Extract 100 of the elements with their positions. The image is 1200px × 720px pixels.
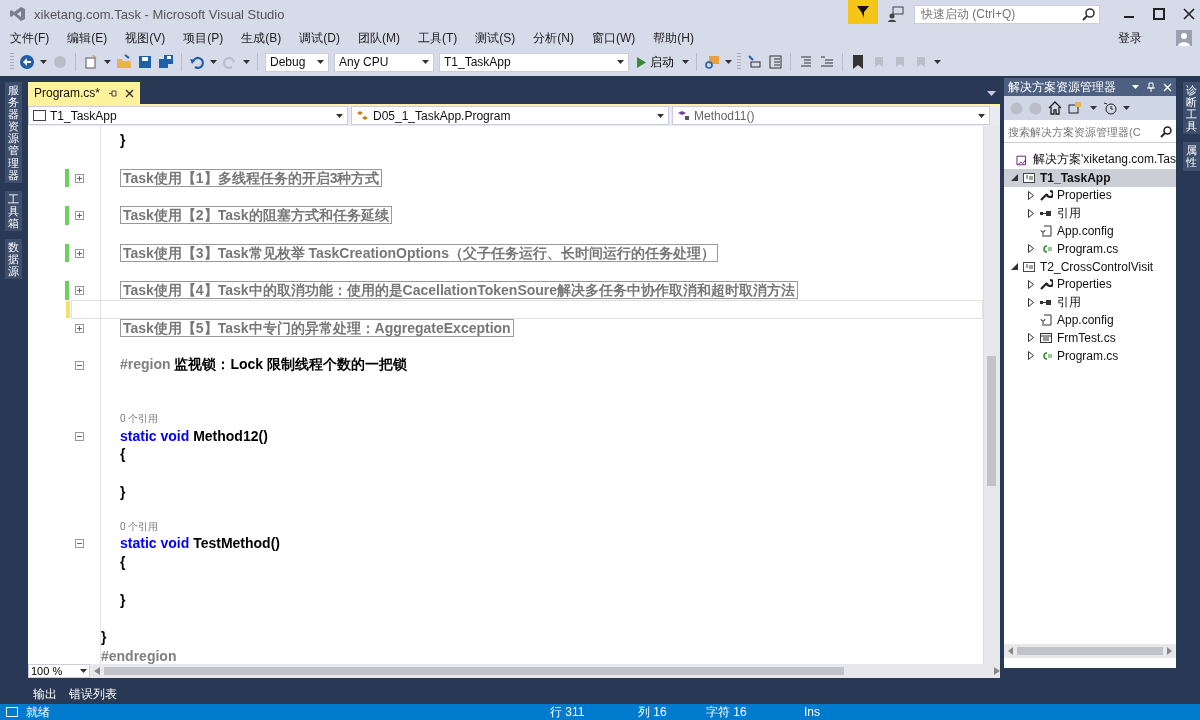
collapsed-arrow-icon[interactable]: [1028, 208, 1034, 218]
dropdown-arrow-icon[interactable]: [682, 60, 689, 64]
expand-icon[interactable]: [75, 323, 84, 333]
start-button[interactable]: 启动: [634, 53, 677, 71]
collapse-icon[interactable]: [75, 361, 84, 371]
avatar-icon[interactable]: [1176, 30, 1192, 46]
collapsed-region[interactable]: Task使用【3】Task常见枚举 TaskCreationOptions（父子任务运行、长时间运行的任务处理）: [120, 243, 718, 262]
dropdown-arrow-icon[interactable]: [317, 60, 324, 64]
dropdown-arrow-icon[interactable]: [657, 113, 664, 118]
editor-tab[interactable]: Program.cs*: [28, 82, 141, 104]
horizontal-scrollbar[interactable]: [1004, 644, 1176, 658]
tree-item[interactable]: Program.cs: [1004, 346, 1176, 365]
tree-item[interactable]: App.config: [1004, 311, 1176, 329]
dropdown-arrow-icon[interactable]: [336, 113, 343, 118]
panel-tab[interactable]: 输出: [28, 683, 62, 705]
tree-item[interactable]: Properties: [1004, 275, 1176, 294]
pin-icon[interactable]: [1147, 82, 1155, 92]
side-tab[interactable]: 诊断工具: [1182, 82, 1200, 135]
menu-item[interactable]: 窗口(W): [586, 29, 642, 47]
collapsed-arrow-icon[interactable]: [1028, 279, 1034, 289]
maximize-icon[interactable]: [1153, 8, 1165, 20]
scroll-right-icon[interactable]: [1167, 647, 1172, 655]
expanded-arrow-icon[interactable]: [1010, 263, 1018, 271]
startup-project-dropdown[interactable]: T1_TaskApp: [439, 52, 629, 72]
expand-icon[interactable]: [75, 211, 84, 221]
side-tab[interactable]: 服务器资源管理器: [4, 82, 22, 183]
menu-item[interactable]: 生成(B): [235, 29, 288, 47]
home-icon[interactable]: [1048, 101, 1062, 115]
menu-item[interactable]: 团队(M): [352, 29, 406, 47]
dropdown-arrow-icon[interactable]: [725, 60, 732, 64]
configuration-dropdown[interactable]: Debug: [265, 52, 329, 72]
history-icon[interactable]: [1103, 101, 1117, 115]
new-project-icon[interactable]: [83, 54, 99, 70]
undo-icon[interactable]: [189, 54, 205, 70]
dropdown-arrow-icon[interactable]: [40, 60, 47, 64]
layout-icon[interactable]: [767, 54, 783, 70]
project-dropdown[interactable]: T1_TaskApp: [28, 106, 348, 125]
menu-item[interactable]: 视图(V): [119, 29, 172, 47]
overflow-arrow-icon[interactable]: [987, 91, 996, 96]
menu-item[interactable]: 帮助(H): [647, 29, 700, 47]
scroll-left-icon[interactable]: [1008, 647, 1013, 655]
menu-item[interactable]: 调试(D): [293, 29, 346, 47]
comment-icon[interactable]: [819, 54, 835, 70]
collapsed-region[interactable]: Task使用【2】Task的阻塞方式和任务延续: [120, 206, 392, 225]
open-folder-icon[interactable]: [116, 54, 132, 70]
reference-count[interactable]: 0 个引用: [120, 412, 159, 427]
panel-tab[interactable]: 错误列表: [64, 683, 122, 705]
side-tab[interactable]: 数据源: [4, 239, 22, 280]
dropdown-arrow-icon[interactable]: [1132, 85, 1139, 89]
collapse-icon[interactable]: [75, 431, 84, 441]
side-tab[interactable]: 工具箱: [4, 190, 22, 232]
collapsed-arrow-icon[interactable]: [1028, 351, 1034, 361]
collapsed-arrow-icon[interactable]: [1028, 244, 1034, 254]
type-dropdown[interactable]: D05_1_TaskApp.Program: [351, 106, 669, 125]
expanded-arrow-icon[interactable]: [1010, 174, 1018, 182]
filter-button[interactable]: [848, 0, 878, 24]
member-dropdown[interactable]: Method11(): [672, 106, 990, 125]
dropdown-arrow-icon[interactable]: [1090, 106, 1097, 110]
dropdown-arrow-icon[interactable]: [934, 60, 941, 64]
collapsed-arrow-icon[interactable]: [1028, 191, 1034, 200]
tree-item[interactable]: FrmTest.cs: [1004, 328, 1176, 347]
tree-item[interactable]: T2_CrossControlVisit: [1004, 257, 1176, 276]
dropdown-arrow-icon[interactable]: [243, 60, 250, 64]
menu-item[interactable]: 文件(F): [4, 29, 56, 47]
indent-icon[interactable]: [798, 54, 814, 70]
login-link[interactable]: 登录: [1118, 29, 1142, 47]
expand-icon[interactable]: [75, 173, 84, 183]
quick-launch-field[interactable]: 快速启动 (Ctrl+Q): [914, 4, 1100, 24]
platform-dropdown[interactable]: Any CPU: [334, 52, 434, 72]
dropdown-arrow-icon[interactable]: [210, 60, 217, 64]
sync-icon[interactable]: [1068, 101, 1084, 115]
menu-item[interactable]: 编辑(E): [61, 29, 114, 47]
tree-item[interactable]: 引用: [1004, 204, 1176, 223]
save-all-icon[interactable]: [158, 54, 174, 70]
menu-item[interactable]: 工具(T): [412, 29, 464, 47]
menu-item[interactable]: 测试(S): [469, 29, 522, 47]
dropdown-arrow-icon[interactable]: [80, 669, 87, 673]
feedback-icon[interactable]: [888, 6, 904, 22]
tree-item[interactable]: 解决方案'xiketang.com.Tas: [1004, 151, 1176, 169]
bookmark-icon[interactable]: [850, 54, 866, 70]
step-icon[interactable]: [746, 54, 762, 70]
dropdown-arrow-icon[interactable]: [1123, 106, 1130, 110]
expand-icon[interactable]: [75, 286, 84, 296]
collapsed-region[interactable]: Task使用【1】多线程任务的开启3种方式: [120, 168, 383, 187]
side-tab[interactable]: 属性: [1182, 142, 1200, 171]
dropdown-arrow-icon[interactable]: [617, 60, 624, 64]
tree-item[interactable]: App.config: [1004, 222, 1176, 240]
collapsed-region[interactable]: Task使用【5】Task中专门的异常处理：AggregateException: [120, 318, 514, 337]
tree-item[interactable]: Program.cs: [1004, 240, 1176, 258]
close-icon[interactable]: [125, 88, 135, 98]
tree-item[interactable]: Properties: [1004, 186, 1176, 205]
collapsed-arrow-icon[interactable]: [1028, 333, 1034, 343]
collapse-icon[interactable]: [75, 539, 84, 549]
find-icon[interactable]: [704, 54, 720, 70]
scroll-left-icon[interactable]: [94, 667, 100, 675]
dropdown-arrow-icon[interactable]: [978, 113, 985, 118]
menu-item[interactable]: 项目(P): [177, 29, 230, 47]
reference-count[interactable]: 0 个引用: [120, 520, 159, 534]
dropdown-arrow-icon[interactable]: [104, 60, 111, 64]
collapsed-region[interactable]: Task使用【4】Task中的取消功能：使用的是CacellationTokenSoure解决多任务中协作取消和超时取消方法: [120, 281, 799, 300]
